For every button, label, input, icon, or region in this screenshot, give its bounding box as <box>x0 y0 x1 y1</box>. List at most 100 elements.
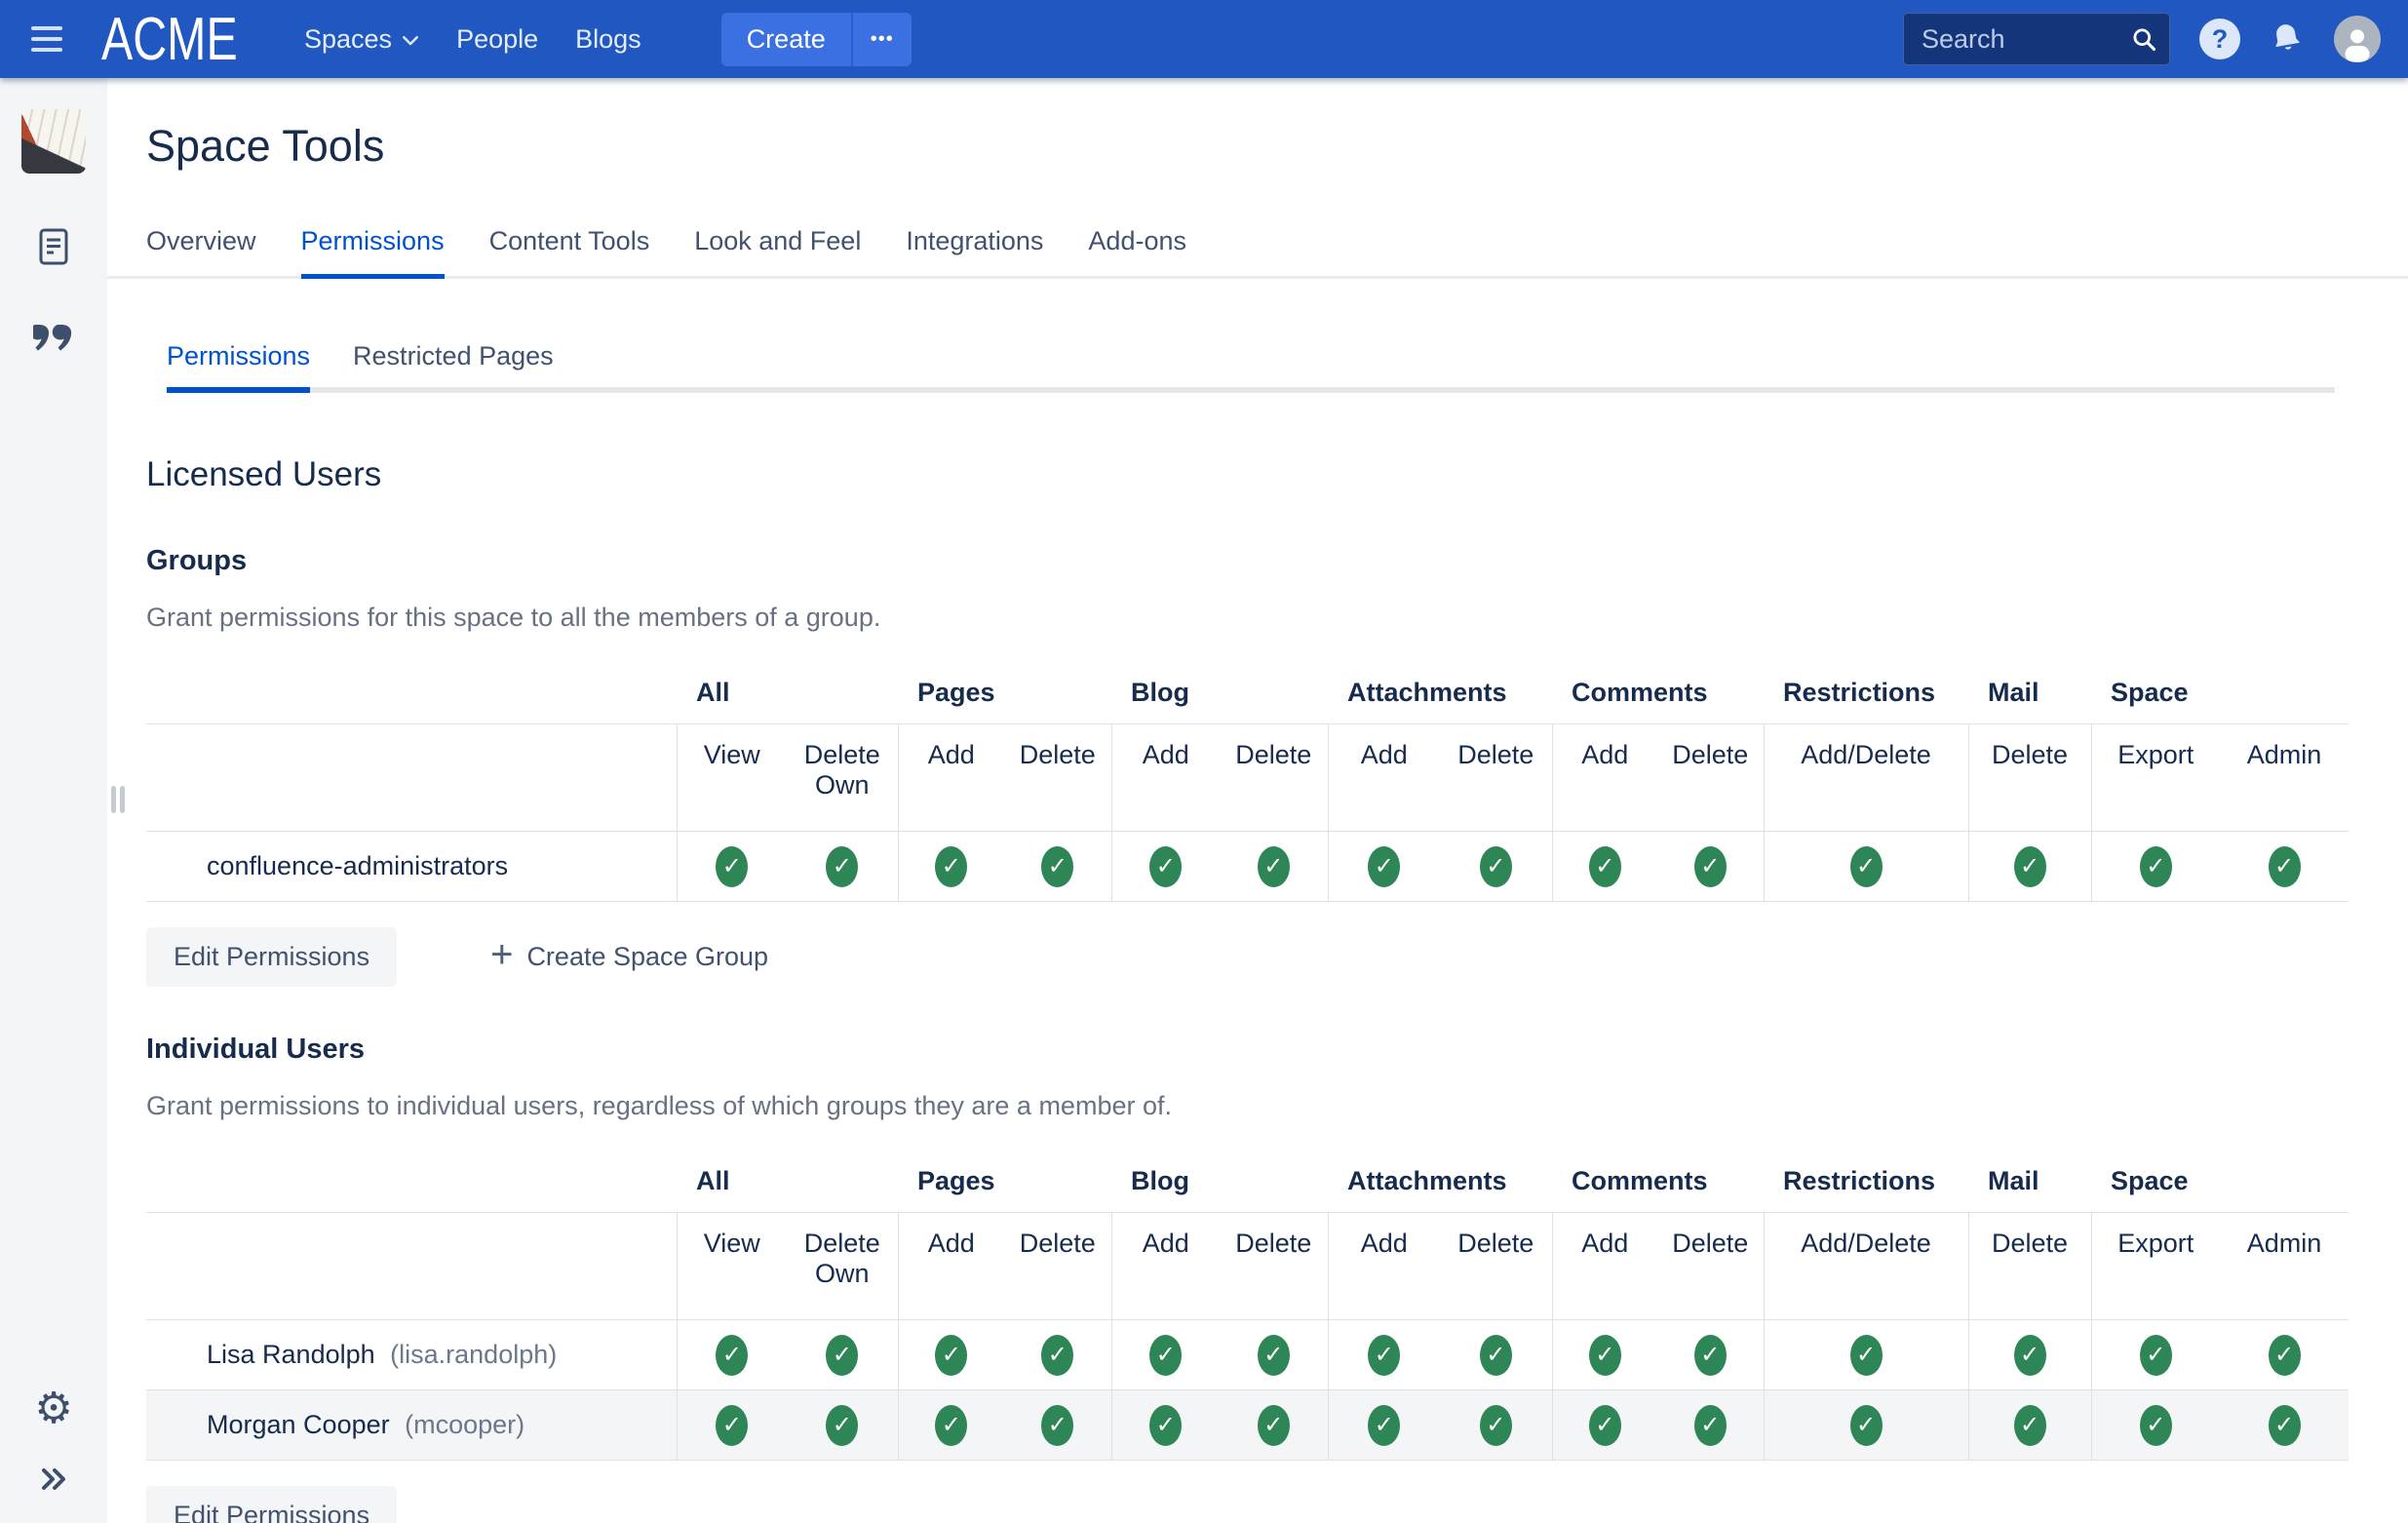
column-pages-delete: Delete <box>1004 724 1111 832</box>
nav-item-label: People <box>456 24 538 55</box>
nav-item-label: Spaces <box>304 24 392 55</box>
column-group-space: Space <box>2091 668 2349 724</box>
more-options-icon[interactable]: ••• <box>851 13 912 66</box>
app-header: ACME Spaces People Blogs Create ••• ? <box>0 0 2408 78</box>
column-space-admin: Admin <box>2220 1213 2349 1320</box>
check-icon: ✓ <box>716 1405 748 1446</box>
permission-table: AllPagesBlogAttachmentsCommentsRestricti… <box>146 668 2349 902</box>
column-group-mail: Mail <box>1968 1156 2091 1213</box>
check-icon: ✓ <box>935 1405 967 1446</box>
nav-item-people[interactable]: People <box>456 24 538 55</box>
space-settings-gear-icon[interactable]: ⚙ <box>34 1387 72 1430</box>
create-button[interactable]: Create <box>721 13 851 66</box>
check-icon: ✓ <box>2140 1335 2172 1376</box>
edit-group-permissions-button[interactable]: Edit Permissions <box>146 927 397 987</box>
space-sidebar: ⚙ <box>0 78 107 1523</box>
column-group-mail: Mail <box>1968 668 2091 724</box>
column-group-pages: Pages <box>898 668 1111 724</box>
column-attachments-add: Add <box>1328 724 1440 832</box>
column-blog-delete: Delete <box>1220 724 1328 832</box>
nav-left: ACME Spaces People Blogs Create ••• <box>0 5 912 74</box>
tab-permissions[interactable]: Permissions <box>301 226 445 276</box>
column-blog-add: Add <box>1111 724 1220 832</box>
blog-quote-icon[interactable] <box>33 325 74 361</box>
check-icon: ✓ <box>1041 1405 1073 1446</box>
check-icon: ✓ <box>716 846 748 887</box>
column-all-delete-own: Delete Own <box>787 724 898 832</box>
column-pages-add: Add <box>898 724 1004 832</box>
subtab-permissions[interactable]: Permissions <box>167 341 310 387</box>
nav-item-spaces[interactable]: Spaces <box>304 24 419 55</box>
column-group-attachments: Attachments <box>1328 1156 1552 1213</box>
column-restrictions-add-delete: Add/Delete <box>1764 1213 1968 1320</box>
column-all-view: View <box>677 1213 787 1320</box>
column-group-blog: Blog <box>1111 668 1328 724</box>
column-group-comments: Comments <box>1552 668 1764 724</box>
check-icon: ✓ <box>1694 1405 1727 1446</box>
search-icon[interactable] <box>2130 25 2157 58</box>
check-icon: ✓ <box>2140 1405 2172 1446</box>
check-icon: ✓ <box>1850 1335 1883 1376</box>
permission-row: confluence-administrators✓✓✓✓✓✓✓✓✓✓✓✓✓✓ <box>146 832 2349 902</box>
column-group-row: AllPagesBlogAttachmentsCommentsRestricti… <box>146 668 2349 724</box>
tab-look-and-feel[interactable]: Look and Feel <box>694 226 861 276</box>
column-all-delete-own: Delete Own <box>787 1213 898 1320</box>
sidebar-resize-grip[interactable] <box>111 786 125 813</box>
column-attachments-delete: Delete <box>1440 724 1552 832</box>
pages-icon[interactable] <box>39 228 68 270</box>
check-icon: ✓ <box>1589 1335 1621 1376</box>
check-icon: ✓ <box>1149 1335 1182 1376</box>
check-icon: ✓ <box>2269 1335 2301 1376</box>
check-icon: ✓ <box>826 1335 858 1376</box>
nav-right: ? <box>1903 13 2408 65</box>
column-space-export: Export <box>2091 1213 2220 1320</box>
tab-content-tools[interactable]: Content Tools <box>489 226 650 276</box>
user-avatar[interactable] <box>2334 16 2381 62</box>
check-icon: ✓ <box>1480 846 1512 887</box>
tab-integrations[interactable]: Integrations <box>906 226 1043 276</box>
nav-item-blogs[interactable]: Blogs <box>575 24 641 55</box>
group-name: confluence-administrators <box>207 851 508 880</box>
expand-sidebar-icon[interactable] <box>39 1465 68 1498</box>
column-group-attachments: Attachments <box>1328 668 1552 724</box>
edit-user-permissions-button[interactable]: Edit Permissions <box>146 1486 397 1523</box>
check-icon: ✓ <box>1850 1405 1883 1446</box>
column-subheader-row: ViewDelete OwnAddDeleteAddDeleteAddDelet… <box>146 724 2349 832</box>
check-icon: ✓ <box>1258 846 1290 887</box>
check-icon: ✓ <box>2269 846 2301 887</box>
column-mail-delete: Delete <box>1968 1213 2091 1320</box>
tab-overview[interactable]: Overview <box>146 226 256 276</box>
page-title: Space Tools <box>146 121 2408 172</box>
help-icon[interactable]: ? <box>2199 19 2240 59</box>
column-comments-add: Add <box>1552 1213 1657 1320</box>
username: (lisa.randolph) <box>383 1340 558 1369</box>
subtab-restricted-pages[interactable]: Restricted Pages <box>353 341 554 387</box>
search-box <box>1903 13 2170 65</box>
column-comments-add: Add <box>1552 724 1657 832</box>
column-group-blog: Blog <box>1111 1156 1328 1213</box>
hamburger-menu-icon[interactable] <box>29 20 64 58</box>
check-icon: ✓ <box>1480 1335 1512 1376</box>
app-logo[interactable]: ACME <box>101 5 231 74</box>
create-space-group-link[interactable]: + Create Space Group <box>490 942 768 972</box>
main-content: Space Tools Overview Permissions Content T… <box>107 78 2408 1523</box>
groups-actions: Edit Permissions + Create Space Group <box>146 927 2408 987</box>
notifications-bell-icon[interactable] <box>2267 19 2309 64</box>
check-icon: ✓ <box>935 846 967 887</box>
check-icon: ✓ <box>1258 1405 1290 1446</box>
column-group-all: All <box>677 1156 898 1213</box>
groups-heading: Groups <box>146 545 2408 577</box>
check-icon: ✓ <box>1589 1405 1621 1446</box>
space-logo[interactable] <box>21 109 86 174</box>
individual-users-description: Grant permissions to individual users, r… <box>146 1091 2408 1121</box>
check-icon: ✓ <box>1368 846 1400 887</box>
primary-nav: Spaces People Blogs <box>304 24 641 55</box>
column-group-comments: Comments <box>1552 1156 1764 1213</box>
check-icon: ✓ <box>1149 1405 1182 1446</box>
column-comments-delete: Delete <box>1657 724 1764 832</box>
check-icon: ✓ <box>1694 846 1727 887</box>
create-space-group-label: Create Space Group <box>526 942 768 972</box>
nav-item-label: Blogs <box>575 24 641 55</box>
tab-add-ons[interactable]: Add-ons <box>1088 226 1186 276</box>
licensed-users-title: Licensed Users <box>146 455 2408 494</box>
